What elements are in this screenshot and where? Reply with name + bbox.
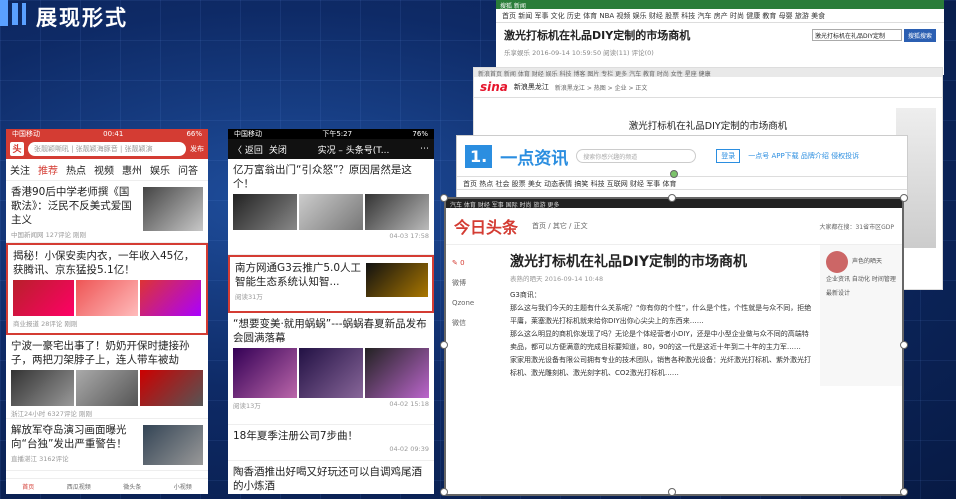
toutiao-logo-icon: 今日头条 <box>454 218 519 237</box>
web-screenshot-toutiao-web: 汽车 体育 财经 军事 国际 时尚 旅游 更多 今日头条 首页 / 其它 / 正… <box>444 197 904 496</box>
tab[interactable]: 惠州 <box>122 162 142 177</box>
list-item[interactable]: 解放军夺岛演习画面曝光 向“台独”发出严重警告！ 直播湛江 3162评论 <box>6 419 208 471</box>
search-button[interactable]: 搜狐搜索 <box>903 28 936 42</box>
thumbnail-image <box>366 263 428 297</box>
share-weibo[interactable]: 微博 <box>452 273 496 293</box>
list-item[interactable]: 18年夏季注册公司7步曲！ 04-02 09:39 <box>228 425 434 461</box>
slide-title: 展现形式 <box>36 6 128 30</box>
resize-handle[interactable] <box>668 488 676 496</box>
sina-logo-icon: sina <box>480 80 508 94</box>
title-accent-bar <box>12 3 18 25</box>
avatar <box>826 251 848 273</box>
tab[interactable]: 问答 <box>178 162 198 177</box>
search-input[interactable]: 搜索你感兴趣的频道 <box>576 149 697 163</box>
phone-screenshot-toutiao-app: 中国移动 00:41 66% 头 张靓颖嘶吼 | 张靓颖海豚音 | 张靓颖演 发布 … <box>6 129 208 494</box>
share-wechat[interactable]: 微信 <box>452 313 496 333</box>
tab[interactable]: 视频 <box>94 162 114 177</box>
article-title: 激光打标机在礼品DIY定制的市场商机 <box>510 254 747 270</box>
login-button[interactable]: 登录 <box>716 149 741 163</box>
toutiao-logo-icon: 头 <box>10 142 24 156</box>
search-input[interactable]: 激光打标机在礼品DIY定制 <box>811 28 902 41</box>
resize-handle[interactable] <box>900 194 908 202</box>
title-accent-bar <box>22 3 26 25</box>
tab[interactable]: 热点 <box>66 162 86 177</box>
resize-handle[interactable] <box>440 341 448 349</box>
phone-screenshot-toutiao-account: 中国移动 下午5:27 76% 〈 返回 关闭 实况 – 头条号(T... ⋯ 亿万… <box>228 129 434 494</box>
close-button[interactable]: 关闭 <box>269 143 287 156</box>
nav-small-video[interactable]: 小视频 <box>174 482 192 491</box>
list-item[interactable]: 亿万富翁出门“引众怒”？原因居然是这个！ 04-03 17:58 <box>228 159 434 255</box>
title-accent-bar <box>0 0 8 26</box>
bottom-nav: 首页 西瓜视频 微头条 小视频 <box>6 478 208 494</box>
channel-tabs: 关注 推荐 热点 视频 惠州 娱乐 问答 <box>6 159 208 181</box>
tab[interactable]: 娱乐 <box>150 162 170 177</box>
resize-handle[interactable] <box>900 341 908 349</box>
tab[interactable]: 关注 <box>10 162 30 177</box>
thumbnail-image <box>143 187 203 231</box>
share-qzone[interactable]: Qzone <box>452 293 496 313</box>
web-screenshot-yidianzixun: 1. 一点资讯 搜索你感兴趣的频道 登录 一点号 APP下载 品牌介绍 侵权投诉… <box>456 135 908 200</box>
list-item[interactable]: 宁波一豪宅出事了！奶奶开保时捷接孙子，两把刀架脖子上，连人带车被劫 浙江24小时… <box>6 335 208 419</box>
nav-video[interactable]: 西瓜视频 <box>67 482 91 491</box>
search-button[interactable]: 发布 <box>190 144 204 154</box>
page-title: 实况 – 头条号(T... <box>317 145 390 156</box>
resize-handle[interactable] <box>668 194 676 202</box>
back-button[interactable]: 〈 返回 <box>233 143 263 156</box>
tab-recommend[interactable]: 推荐 <box>38 162 58 177</box>
nav-home[interactable]: 首页 <box>22 482 34 491</box>
web-screenshot-sohu: 搜狐 新闻 首页 新闻 军事 文化 历史 体育 NBA 视频 娱乐 财经 股票 … <box>496 0 944 75</box>
yidian-logo-icon: 1. <box>465 144 493 168</box>
nav-weitoutiao[interactable]: 微头条 <box>123 482 141 491</box>
more-icon[interactable]: ⋯ <box>420 144 429 154</box>
comment-icon[interactable]: ✎ 0 <box>452 253 496 273</box>
list-item-highlighted[interactable]: 南方网通G3云推广5.0人工智能生态系统认知智... 阅读31万04-03 13… <box>228 255 434 313</box>
resize-handle[interactable] <box>440 194 448 202</box>
resize-handle[interactable] <box>440 488 448 496</box>
thumbnail-image <box>143 425 203 465</box>
list-item[interactable]: 香港90后中学老师撰《国歌法》：泛民不反美式爱国主义 中国新闻网 127评论 刚… <box>6 181 208 243</box>
rotate-handle[interactable] <box>670 170 678 178</box>
list-item[interactable]: 陶香酒推出好喝又好玩还可以自调鸡尾酒的小炼酒 <box>228 461 434 494</box>
resize-handle[interactable] <box>900 488 908 496</box>
list-item[interactable]: “想要变美·就用蜗蜗”---蜗蜗春夏新品发布会圆满落幕 阅读13万 04-02 1… <box>228 313 434 425</box>
list-item-highlighted[interactable]: 揭秘！小保安卖内衣，一年收入45亿，获腾讯、京东猛投5.1亿！ 商业报道 28评… <box>6 243 208 335</box>
search-input[interactable]: 张靓颖嘶吼 | 张靓颖海豚音 | 张靓颖演 <box>28 142 186 156</box>
